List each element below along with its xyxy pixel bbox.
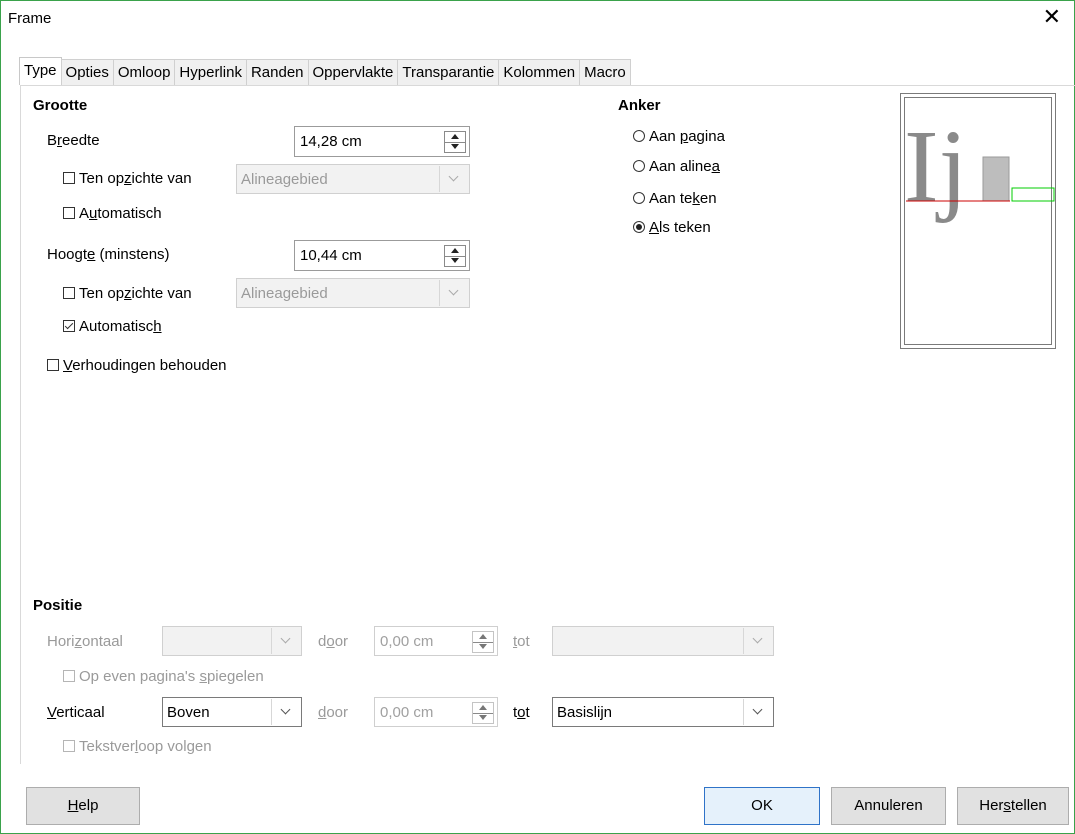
radio-selected-icon[interactable]	[633, 221, 645, 233]
height-value: 10,44 cm	[300, 247, 362, 264]
keep-ratio-checkbox[interactable]: Verhoudingen behouden	[47, 357, 227, 374]
radio-icon[interactable]	[633, 192, 645, 204]
tab-kolommen[interactable]: Kolommen	[498, 59, 581, 85]
horizontal-by-label: door	[318, 633, 349, 650]
tab-opties[interactable]: Opties	[60, 59, 114, 85]
height-spin-buttons[interactable]	[444, 245, 466, 267]
preview-drawing: Ij	[904, 109, 1055, 224]
height-auto-checkbox[interactable]: Automatisch	[63, 318, 162, 335]
width-spinbox[interactable]: 14,28 cm	[294, 126, 470, 157]
preview-box	[982, 156, 1010, 202]
chevron-down-icon	[280, 633, 291, 644]
width-relative-select[interactable]: Alineagebied	[236, 164, 470, 194]
width-auto-checkbox[interactable]: Automatisch	[63, 205, 162, 222]
vertical-by-spinbox[interactable]: 0,00 cm	[374, 697, 498, 727]
chevron-down-icon	[448, 285, 459, 296]
checkbox-icon[interactable]	[63, 207, 75, 219]
anchor-paragraph-radio[interactable]: Aan alinea	[633, 158, 720, 175]
spin-down-icon[interactable]	[473, 642, 493, 652]
tab-bar: Type Opties Omloop Hyperlink Randen Oppe…	[19, 57, 631, 85]
spin-down-icon[interactable]	[445, 256, 465, 266]
reset-button[interactable]: Herstellen	[957, 787, 1069, 825]
radio-icon[interactable]	[633, 130, 645, 142]
height-spinbox[interactable]: 10,44 cm	[294, 240, 470, 271]
tab-type[interactable]: Type	[19, 57, 62, 85]
anchor-preview: Ij	[900, 93, 1056, 349]
tab-macro[interactable]: Macro	[579, 59, 631, 85]
tab-randen[interactable]: Randen	[245, 59, 309, 85]
preview-glyphs: Ij	[904, 109, 968, 224]
vertical-select[interactable]: Boven	[162, 697, 302, 727]
height-label: Hoogte (minstens)	[47, 246, 170, 263]
width-value: 14,28 cm	[300, 133, 362, 150]
checkbox-icon[interactable]	[63, 172, 75, 184]
vertical-to-label: tot	[513, 704, 530, 721]
tab-oppervlakte[interactable]: Oppervlakte	[307, 59, 399, 85]
horizontal-to-label: tot	[513, 633, 530, 650]
position-heading: Positie	[33, 597, 83, 614]
chevron-down-icon	[752, 633, 763, 644]
mirror-checkbox[interactable]: Op even pagina's spiegelen	[63, 668, 264, 685]
ok-button[interactable]: OK	[704, 787, 820, 825]
size-heading: Grootte	[33, 97, 88, 114]
spin-down-icon[interactable]	[445, 142, 465, 152]
anchor-as-char-radio[interactable]: Als teken	[633, 219, 711, 236]
tab-hyperlink[interactable]: Hyperlink	[174, 59, 247, 85]
anchor-char-radio[interactable]: Aan teken	[633, 190, 717, 207]
chevron-down-icon	[448, 171, 459, 182]
spin-down-icon[interactable]	[473, 713, 493, 723]
close-icon[interactable]: ✕	[1043, 6, 1061, 28]
anchor-heading: Anker	[618, 97, 661, 114]
horizontal-to-select[interactable]	[552, 626, 774, 656]
checkbox-icon[interactable]	[63, 670, 75, 682]
cancel-button[interactable]: Annuleren	[831, 787, 946, 825]
help-button[interactable]: Help	[26, 787, 140, 825]
width-relative-checkbox[interactable]: Ten opzichte van	[63, 170, 192, 187]
checkbox-checked-icon[interactable]	[63, 320, 75, 332]
checkbox-icon[interactable]	[63, 740, 75, 752]
height-relative-select[interactable]: Alineagebied	[236, 278, 470, 308]
vertical-label: Verticaal	[47, 704, 105, 721]
vertical-by-label: door	[318, 704, 349, 721]
chevron-down-icon	[752, 704, 763, 715]
anchor-page-radio[interactable]: Aan pagina	[633, 128, 725, 145]
tab-transparantie[interactable]: Transparantie	[397, 59, 500, 85]
dialog-title: Frame	[8, 10, 52, 27]
height-relative-checkbox[interactable]: Ten opzichte van	[63, 285, 192, 302]
vertical-to-select[interactable]: Basislijn	[552, 697, 774, 727]
checkbox-icon[interactable]	[47, 359, 59, 371]
radio-icon[interactable]	[633, 160, 645, 172]
tab-omloop[interactable]: Omloop	[112, 59, 176, 85]
horizontal-label: Horizontaal	[47, 633, 123, 650]
preview-frame	[1011, 187, 1055, 202]
horizontal-by-spinbox[interactable]: 0,00 cm	[374, 626, 498, 656]
width-spin-buttons[interactable]	[444, 131, 466, 153]
chevron-down-icon	[280, 704, 291, 715]
width-label: Breedte	[47, 132, 100, 149]
horizontal-select[interactable]	[162, 626, 302, 656]
follow-text-flow-checkbox[interactable]: Tekstverloop volgen	[63, 738, 212, 755]
checkbox-icon[interactable]	[63, 287, 75, 299]
